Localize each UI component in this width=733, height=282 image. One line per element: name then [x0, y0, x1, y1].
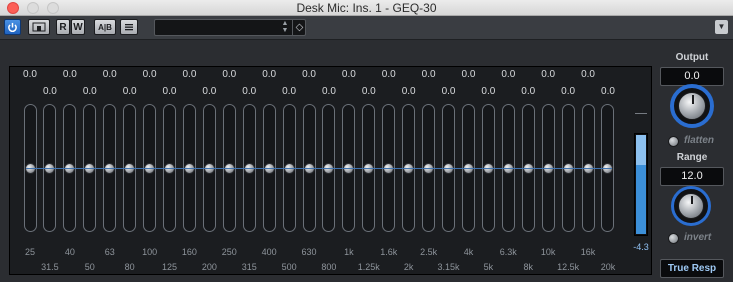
band-gain-value: 0.0: [282, 86, 297, 97]
band-gain-value: 0.0: [82, 86, 97, 97]
band-frequency-label: 3.15k: [437, 262, 460, 272]
band-frequency-label: 125: [161, 262, 178, 272]
band-gain-value: 0.0: [62, 69, 77, 80]
flatten-toggle[interactable]: [668, 136, 679, 147]
band-gain-value: 0.0: [421, 69, 436, 80]
band-gain-value: 0.0: [361, 86, 376, 97]
band-frequency-label: 10k: [540, 247, 556, 257]
flatten-label: flatten: [684, 135, 714, 146]
band-frequency-label: 160: [181, 247, 197, 257]
true-response-button[interactable]: True Resp: [660, 259, 724, 278]
range-knob-ring[interactable]: [671, 186, 711, 226]
band-frequency-label: 1.6k: [380, 247, 398, 257]
band-gain-value: 0.0: [601, 86, 615, 97]
band-gain-value: 0.0: [521, 86, 536, 97]
invert-label: invert: [684, 232, 712, 243]
bypass-icon: [32, 22, 46, 32]
plugin-menu-button[interactable]: ▼: [715, 20, 728, 34]
meter-clip-mark: [635, 113, 647, 114]
band-gain-value: 0.0: [202, 86, 217, 97]
range-value-display[interactable]: 12.0: [660, 167, 724, 186]
band-gain-value: 0.0: [182, 69, 197, 80]
band-frequency-label: 2k: [403, 262, 414, 272]
power-icon: [8, 22, 17, 32]
bypass-button[interactable]: [28, 19, 50, 35]
band-frequency-label: 630: [301, 247, 317, 257]
preset-tag-icon[interactable]: ◇: [292, 20, 306, 35]
band-gain-value: 0.0: [401, 86, 416, 97]
band-frequency-label: 800: [321, 262, 337, 272]
band-frequency-label: 5k: [483, 262, 494, 272]
band-gain-value: 0.0: [541, 69, 556, 80]
band-frequency-label: 8k: [523, 262, 533, 272]
band-frequency-label: 1.25k: [357, 262, 380, 272]
band-gain-value: 0.0: [321, 86, 336, 97]
output-title: Output: [675, 52, 709, 63]
band-gain-value: 0.0: [142, 69, 157, 80]
band-gain-value: 0.0: [341, 69, 356, 80]
band-gain-value: 0.0: [23, 69, 37, 80]
band-frequency-label: 1k: [344, 247, 354, 257]
band-frequency-label: 80: [124, 262, 135, 272]
write-automation-button[interactable]: W: [71, 19, 85, 35]
band-frequency-label: 4k: [463, 247, 474, 257]
band-gain-value: 0.0: [481, 86, 496, 97]
plugin-toolbar: R W A|B ▲ ▼ ◇ ▼: [0, 16, 733, 40]
band-gain-value: 0.0: [122, 86, 137, 97]
output-knob-pointer: [692, 95, 694, 104]
band-frequency-label: 16k: [580, 247, 596, 257]
meter-peak-segment: [636, 135, 646, 165]
band-gain-value: 0.0: [242, 86, 257, 97]
range-title: Range: [676, 152, 708, 163]
band-frequency-label: 2.5k: [420, 247, 438, 257]
band-gain-value: 0.0: [102, 69, 117, 80]
meter-peak-value: -4.3: [633, 242, 649, 252]
band-frequency-label: 40: [64, 247, 75, 257]
band-frequency-label: 31.5: [41, 262, 59, 272]
band-gain-value: 0.0: [581, 69, 595, 80]
range-knob[interactable]: [678, 193, 704, 219]
invert-toggle[interactable]: [668, 233, 679, 244]
band-frequency-label: 100: [142, 247, 158, 257]
output-level-meter: [634, 133, 648, 236]
output-knob[interactable]: [678, 92, 706, 120]
range-knob-pointer: [691, 196, 693, 204]
list-button[interactable]: [120, 19, 138, 35]
window-title: Desk Mic: Ins. 1 - GEQ-30: [296, 1, 437, 15]
meter-fill: [636, 165, 646, 234]
band-frequency-label: 12.5k: [557, 262, 580, 272]
band-frequency-label: 400: [261, 247, 277, 257]
output-knob-ring[interactable]: [670, 84, 714, 128]
read-automation-button[interactable]: R: [56, 19, 70, 35]
band-frequency-label: 200: [201, 262, 217, 272]
band-gain-value: 0.0: [501, 69, 516, 80]
band-gain-value: 0.0: [302, 69, 316, 80]
band-frequency-label: 20k: [600, 262, 616, 272]
band-gain-value: 0.0: [561, 86, 576, 97]
band-frequency-label: 6.3k: [499, 247, 517, 257]
band-frequency-label: 25: [24, 247, 35, 257]
band-gain-value: 0.0: [222, 69, 237, 80]
band-frequency-label: 500: [281, 262, 297, 272]
band-gain-value: 0.0: [262, 69, 277, 80]
preset-field[interactable]: ▲ ▼ ◇: [154, 19, 306, 36]
band-gain-value: 0.0: [162, 86, 177, 97]
band-gain-value: 0.0: [381, 69, 396, 80]
band-frequency-label: 250: [221, 247, 237, 257]
preset-arrows-icon[interactable]: ▲ ▼: [279, 20, 291, 35]
band-gain-value: 0.0: [441, 86, 456, 97]
zero-gain-line: [26, 168, 612, 169]
title-bar: Desk Mic: Ins. 1 - GEQ-30: [0, 0, 733, 16]
band-frequency-label: 315: [241, 262, 257, 272]
power-button[interactable]: [4, 19, 21, 35]
band-frequency-label: 63: [104, 247, 115, 257]
band-gain-value: 0.0: [461, 69, 476, 80]
list-icon: [125, 24, 133, 31]
band-gain-value: 0.0: [42, 86, 57, 97]
band-frequency-label: 50: [84, 262, 95, 272]
ab-compare-button[interactable]: A|B: [94, 19, 116, 35]
